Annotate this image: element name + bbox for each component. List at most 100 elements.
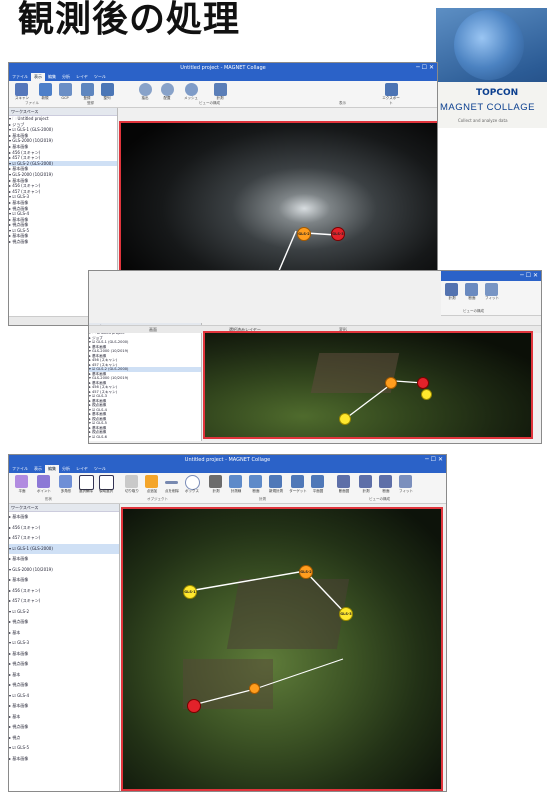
ribbon-label: 平面	[18, 489, 26, 493]
point-button[interactable]	[37, 475, 50, 488]
scan-marker-1[interactable]	[339, 413, 351, 425]
window-3-tabs: ファイル 表示 編集 分析 レイヤ ツール	[9, 465, 446, 473]
tab-analyze[interactable]: 分析	[59, 73, 73, 81]
tab-file[interactable]: ファイル	[9, 73, 31, 81]
section-button[interactable]	[465, 283, 478, 296]
tree-item[interactable]: ▾ ☑ GLS-1 (GLS-2000)	[9, 543, 119, 554]
tree-item[interactable]: ▸ 視点画像	[9, 617, 119, 628]
area-select-button[interactable]	[99, 475, 114, 490]
tab-layer[interactable]: レイヤ	[73, 73, 91, 81]
tree-item[interactable]: ▸ 基本画像	[9, 649, 119, 660]
tree-item[interactable]: ▸ 基本画像	[9, 554, 119, 565]
tree-item[interactable]: ▸ 456 (スキャン)	[9, 523, 119, 534]
scan-marker-4[interactable]	[421, 389, 432, 400]
ribbon-label: 新規計測	[269, 489, 283, 493]
scan-marker-2[interactable]	[385, 377, 397, 389]
fit-button[interactable]	[485, 283, 498, 296]
measure-button[interactable]	[445, 283, 458, 296]
cross-section-button[interactable]	[337, 475, 350, 488]
tab-tools[interactable]: ツール	[91, 465, 109, 473]
tree-item[interactable]: ▾ ☑ GLS-6	[89, 435, 201, 440]
ribbon-label: 整列	[103, 96, 111, 100]
scan-marker-3[interactable]	[417, 377, 429, 389]
ribbon-label: 計測	[362, 489, 370, 493]
target-button[interactable]	[291, 475, 304, 488]
new-button[interactable]	[39, 83, 52, 96]
tree-item[interactable]: ▸ 視点画像	[9, 659, 119, 670]
measure-button[interactable]	[209, 475, 222, 488]
section-button[interactable]	[249, 475, 262, 488]
register-button[interactable]	[81, 83, 94, 96]
scan-marker-3[interactable]: GLS-3	[339, 607, 353, 621]
extract-button[interactable]	[139, 83, 152, 96]
tree-item[interactable]: ▸ 基本	[9, 628, 119, 639]
tree-item[interactable]: ▸ 基本	[9, 712, 119, 723]
tab-layer[interactable]: レイヤ	[73, 465, 91, 473]
tree-item[interactable]: ▸ 457 (スキャン)	[9, 596, 119, 607]
section-view-button[interactable]	[379, 475, 392, 488]
window-1-controls[interactable]: ─ ☐ ✕	[416, 63, 434, 73]
tree-item[interactable]: ▸ 基本画像	[9, 701, 119, 712]
app-window-3: Untitled project - MAGNET Collage ─ ☐ ✕ …	[8, 454, 447, 792]
tree-item[interactable]: ▾ GLS-2000 (10/2019)	[9, 565, 119, 576]
mesh-button[interactable]	[185, 83, 198, 96]
ribbon-group-label: 形状	[45, 497, 52, 501]
scan-marker-2[interactable]: GLS-2	[299, 565, 313, 579]
tree-item[interactable]: ▸ 視点画像	[9, 239, 117, 245]
window-3-controls[interactable]: ─ ☐ ✕	[425, 455, 443, 465]
new-measure-button[interactable]	[269, 475, 282, 488]
measure-line-button[interactable]	[229, 475, 242, 488]
globe-graphic	[454, 10, 524, 80]
tree-item[interactable]: ▸ 基本画像	[9, 575, 119, 586]
tree-item[interactable]: ▸ 視点画像	[9, 680, 119, 691]
cut-button[interactable]	[125, 475, 138, 488]
tree-item[interactable]: ▾ ☑ GLS-5	[9, 743, 119, 754]
tree-item[interactable]: ▸ 457 (スキャン)	[9, 533, 119, 544]
place-button[interactable]	[161, 83, 174, 96]
measure-button[interactable]	[214, 83, 227, 96]
tree-item[interactable]: ▸ 基本	[9, 670, 119, 681]
tree-item[interactable]: ▾ ☑ GLS-4	[9, 691, 119, 702]
scan-marker-1[interactable]: GLS-1	[183, 585, 197, 599]
export-button[interactable]	[385, 83, 398, 96]
tab-tools[interactable]: ツール	[91, 73, 109, 81]
box-button[interactable]	[185, 475, 200, 490]
ribbon-label: 計測線	[230, 489, 242, 493]
fit-button[interactable]	[399, 475, 412, 488]
plane-button[interactable]	[15, 475, 28, 488]
scan-button[interactable]	[15, 83, 28, 96]
tab-edit[interactable]: 編集	[45, 73, 59, 81]
window-2-controls[interactable]: ─ ☐ ✕	[520, 271, 538, 281]
point-cloud-viewport-3[interactable]: GLS-1 GLS-2 GLS-3	[121, 507, 443, 791]
remove-point-button[interactable]	[165, 481, 178, 484]
deselect-button[interactable]	[79, 475, 94, 490]
tree-item[interactable]: ▸ 基本画像	[9, 512, 119, 523]
tree-item[interactable]: ▸ 視点	[9, 733, 119, 744]
tab-analyze[interactable]: 分析	[59, 465, 73, 473]
gcp-button[interactable]	[59, 83, 72, 96]
ribbon-group-label: ファイル	[25, 101, 39, 105]
tree-item[interactable]: ▸ 基本画像	[9, 754, 119, 765]
scan-marker-2[interactable]: GLS-2	[297, 227, 311, 241]
plan-view-button[interactable]	[311, 475, 324, 488]
point-cloud-viewport-2[interactable]	[203, 331, 533, 439]
scan-marker-4[interactable]	[187, 699, 201, 713]
tab-file[interactable]: ファイル	[9, 465, 31, 473]
tab-edit[interactable]: 編集	[45, 465, 59, 473]
add-point-button[interactable]	[145, 475, 158, 488]
tree-item[interactable]: ▸ 視点画像	[9, 722, 119, 733]
tree-item[interactable]: ▾ ☑ GLS-2	[9, 607, 119, 618]
align-button[interactable]	[101, 83, 114, 96]
ribbon-label: 断面	[468, 296, 476, 300]
tree-item[interactable]: ▾ ☑ GLS-3	[9, 638, 119, 649]
tab-view[interactable]: 表示	[31, 73, 45, 81]
polygon-button[interactable]	[59, 475, 72, 488]
scan-marker-5[interactable]	[249, 683, 260, 694]
window-1-title: Untitled project - MAGNET Collage	[180, 65, 266, 71]
tab-view[interactable]: 表示	[31, 465, 45, 473]
tree-item[interactable]: ▸ 456 (スキャン)	[9, 586, 119, 597]
measure-view-button[interactable]	[359, 475, 372, 488]
scan-marker-3[interactable]: GLS-3	[331, 227, 345, 241]
scan-links	[344, 380, 424, 420]
logo-tagline: Collect and analyze data	[458, 118, 508, 123]
